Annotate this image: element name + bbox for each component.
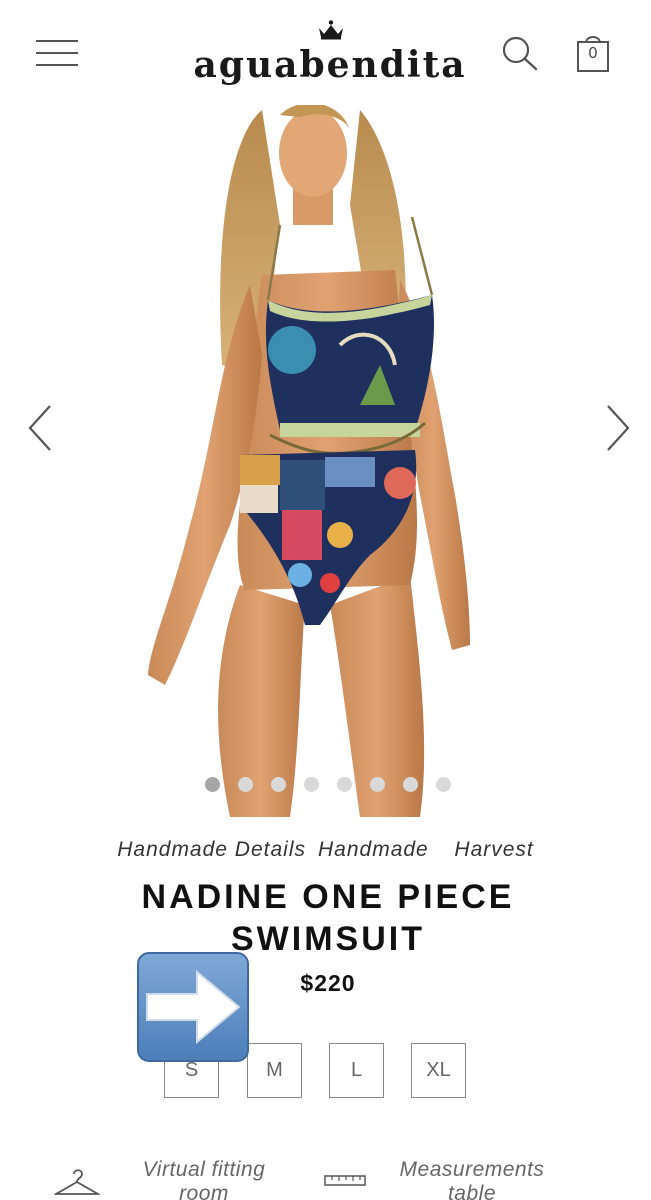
gallery-dot[interactable] bbox=[403, 777, 418, 792]
cart-button[interactable]: 0 bbox=[574, 32, 612, 74]
logo-text: aguabendita bbox=[193, 44, 467, 86]
size-option-l[interactable]: L bbox=[329, 1043, 384, 1098]
collection-tag[interactable]: Handmade bbox=[318, 838, 429, 861]
product-image-gallery[interactable] bbox=[0, 105, 651, 817]
virtual-fitting-room-link[interactable]: Virtual fitting room bbox=[54, 1158, 284, 1200]
gallery-dot[interactable] bbox=[205, 777, 220, 792]
gallery-dot[interactable] bbox=[436, 777, 451, 792]
gallery-dot[interactable] bbox=[304, 777, 319, 792]
gallery-dot[interactable] bbox=[370, 777, 385, 792]
menu-line bbox=[36, 40, 78, 42]
product-title: NADINE ONE PIECE SWIMSUIT bbox=[141, 878, 515, 958]
right-arrow-emoji-icon bbox=[137, 952, 249, 1062]
menu-line bbox=[36, 64, 78, 66]
next-image-arrow-icon[interactable] bbox=[600, 400, 634, 456]
gallery-dot[interactable] bbox=[238, 777, 253, 792]
previous-image-arrow-icon[interactable] bbox=[24, 400, 58, 456]
measurements-label: Measurements table bbox=[399, 1158, 545, 1200]
virtual-fitting-label: Virtual fitting room bbox=[142, 1158, 266, 1200]
product-collections: Handmade Details Handmade Harvest bbox=[0, 838, 651, 862]
measurements-table-link[interactable]: Measurements table bbox=[324, 1158, 584, 1200]
gallery-dot[interactable] bbox=[271, 777, 286, 792]
crown-icon bbox=[319, 20, 343, 40]
collection-tag[interactable]: Harvest bbox=[454, 838, 533, 861]
site-header: aguabendita 0 bbox=[0, 0, 651, 105]
menu-icon[interactable] bbox=[36, 38, 80, 68]
brand-logo[interactable]: aguabendita bbox=[190, 18, 470, 90]
gallery-dot[interactable] bbox=[337, 777, 352, 792]
hanger-icon bbox=[54, 1169, 100, 1195]
product-price: $220 bbox=[300, 970, 356, 996]
size-option-xl[interactable]: XL bbox=[411, 1043, 466, 1098]
menu-line bbox=[36, 52, 78, 54]
product-photo bbox=[148, 105, 470, 817]
cart-count: 0 bbox=[588, 45, 598, 62]
ruler-icon bbox=[324, 1175, 366, 1186]
size-option-m[interactable]: M bbox=[247, 1043, 302, 1098]
gallery-pagination bbox=[205, 777, 465, 795]
search-icon[interactable] bbox=[500, 34, 540, 74]
collection-tag[interactable]: Handmade Details bbox=[117, 838, 306, 861]
